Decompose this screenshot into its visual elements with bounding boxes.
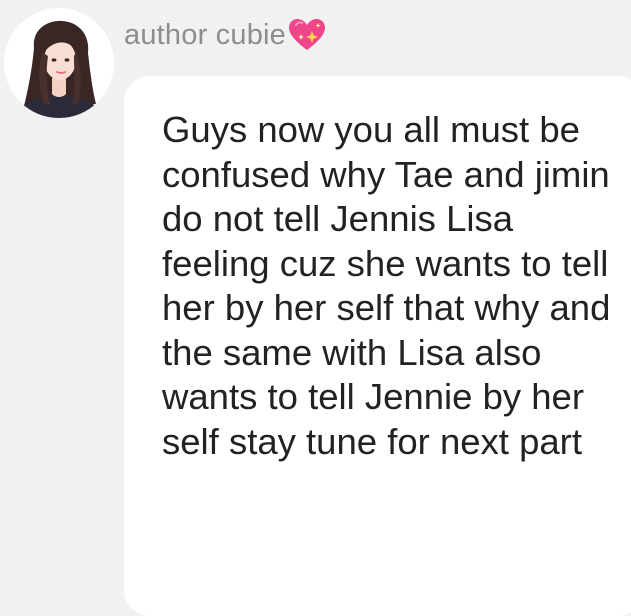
avatar[interactable] xyxy=(4,8,114,118)
message-text: Guys now you all must be confused why Ta… xyxy=(162,109,611,462)
author-header: author cubie xyxy=(124,14,327,56)
sparkling-heart-icon xyxy=(287,17,327,53)
author-name[interactable]: author cubie xyxy=(124,19,286,52)
girl-avatar-icon xyxy=(4,8,114,118)
